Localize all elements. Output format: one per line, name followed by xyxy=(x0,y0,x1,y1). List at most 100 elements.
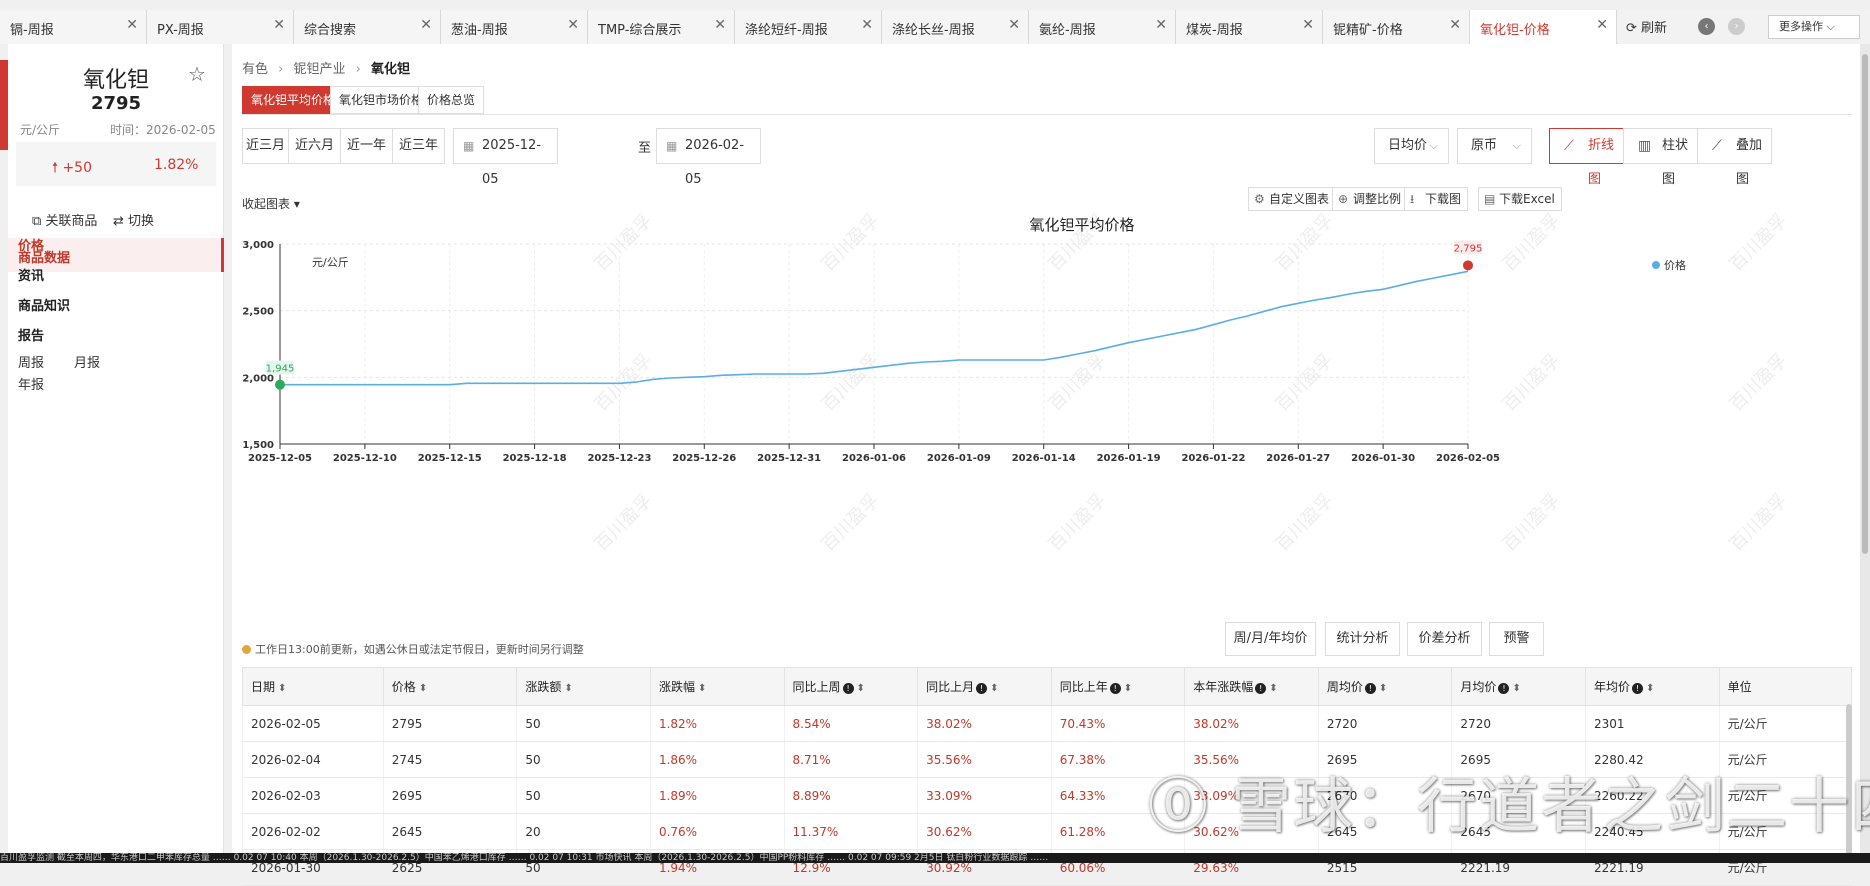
close-icon[interactable]: ✕ xyxy=(861,17,873,33)
currency-select[interactable]: 原币 ⌵ xyxy=(1457,128,1532,164)
tab-2[interactable]: 综合搜索 ✕ xyxy=(294,10,441,44)
close-icon[interactable]: ✕ xyxy=(273,17,285,33)
column-header[interactable]: 涨跌幅 ⬍ xyxy=(649,667,785,706)
sort-icon[interactable]: ⬍ xyxy=(990,683,998,694)
column-header[interactable]: 周均价! ⬍ xyxy=(1317,667,1453,706)
date-to-input[interactable]: ▦ 2026-02-05 xyxy=(656,128,761,187)
column-header[interactable]: 涨跌额 ⬍ xyxy=(516,667,651,706)
page-scrollbar[interactable] xyxy=(1860,44,1870,863)
sort-icon[interactable]: ⬍ xyxy=(278,683,286,694)
favorite-star-icon[interactable]: ☆ xyxy=(188,62,206,86)
table-row[interactable]: 2026-02-05 2795 50 1.82% 8.54% 38.02% 70.43% 38… xyxy=(242,705,1852,742)
refresh-button[interactable]: ⟳ 刷新 xyxy=(1626,17,1667,36)
tab-7[interactable]: 氨纶-周报 ✕ xyxy=(1029,10,1176,44)
column-header[interactable]: 日期 ⬍ xyxy=(242,667,384,706)
tab-0[interactable]: 镉-周报 ✕ xyxy=(0,10,147,44)
average-type-value: 日均价 xyxy=(1388,138,1428,153)
column-header[interactable]: 月均价! ⬍ xyxy=(1451,667,1586,706)
date-from-input[interactable]: ▦ 2025-12-05 xyxy=(453,128,558,187)
close-icon[interactable]: ✕ xyxy=(126,17,138,33)
column-header[interactable]: 同比上年! ⬍ xyxy=(1050,667,1186,706)
sidebar-item-report[interactable]: 报告 xyxy=(18,325,44,344)
column-header[interactable]: 单位 xyxy=(1718,667,1853,706)
sort-icon[interactable]: ⬍ xyxy=(1646,683,1654,694)
collapse-chart-toggle[interactable]: 收起图表 ▾ xyxy=(242,195,300,212)
column-header[interactable]: 年均价! ⬍ xyxy=(1585,667,1720,706)
custom-chart-button[interactable]: ⚙ 自定义图表 xyxy=(1248,187,1337,211)
info-icon[interactable]: ! xyxy=(1109,683,1121,694)
sort-icon[interactable]: ⬍ xyxy=(1379,683,1387,694)
tab-next-icon[interactable]: › xyxy=(1728,18,1745,35)
breadcrumb-item[interactable]: 铌钽产业 xyxy=(294,62,346,77)
tab-average-price[interactable]: 氧化钽平均价格 xyxy=(242,86,345,114)
tab-4[interactable]: TMP-综合展示 ✕ xyxy=(588,10,735,44)
tab-9[interactable]: 铌精矿-价格 ✕ xyxy=(1323,10,1470,44)
page-scrollbar-thumb[interactable] xyxy=(1862,54,1868,554)
tab-10[interactable]: 氧化钽-价格 ✕ xyxy=(1470,10,1617,44)
tab-price-overview[interactable]: 价格总览 xyxy=(418,86,485,114)
sort-icon[interactable]: ⬍ xyxy=(1124,683,1132,694)
bar-chart-button[interactable]: ▥ 柱状图 xyxy=(1623,128,1698,187)
range-6m-button[interactable]: 近六月 xyxy=(288,128,341,164)
line-chart-button[interactable]: ⟋ 折线图 xyxy=(1549,128,1624,187)
chart-legend[interactable]: 价格 xyxy=(1652,257,1686,273)
report-monthly-link[interactable]: 月报 xyxy=(74,352,100,371)
download-icon: ⭳ xyxy=(1410,192,1415,206)
tab-1[interactable]: PX-周报 ✕ xyxy=(147,10,294,44)
average-type-select[interactable]: 日均价 ⌵ xyxy=(1374,128,1449,164)
sort-icon[interactable]: ⬍ xyxy=(419,683,427,694)
range-3m-button[interactable]: 近三月 xyxy=(242,128,289,164)
close-icon[interactable]: ✕ xyxy=(567,17,579,33)
spread-analysis-button[interactable]: 价差分析 xyxy=(1407,622,1482,656)
sidebar-item-price[interactable]: 价格 xyxy=(18,235,44,254)
report-weekly-link[interactable]: 周报 xyxy=(18,352,44,371)
close-icon[interactable]: ✕ xyxy=(1008,17,1020,33)
info-icon[interactable]: ! xyxy=(1632,683,1644,694)
download-excel-button[interactable]: ▤ 下载Excel xyxy=(1478,187,1562,211)
download-image-button[interactable]: ⭳ 下载图 xyxy=(1404,187,1469,211)
close-icon[interactable]: ✕ xyxy=(420,17,432,33)
tab-8[interactable]: 煤炭-周报 ✕ xyxy=(1176,10,1323,44)
column-header[interactable]: 同比上周! ⬍ xyxy=(783,667,919,706)
close-icon[interactable]: ✕ xyxy=(1449,17,1461,33)
tab-market-price[interactable]: 氧化钽市场价格 xyxy=(330,86,433,114)
close-icon[interactable]: ✕ xyxy=(714,17,726,33)
tab-6[interactable]: 涤纶长丝-周报 ✕ xyxy=(882,10,1029,44)
table-cell: 50 xyxy=(516,705,651,742)
related-goods-link[interactable]: ⧉ 关联商品 xyxy=(32,210,97,229)
sort-icon[interactable]: ⬍ xyxy=(857,683,865,694)
column-header[interactable]: 同比上月! ⬍ xyxy=(917,667,1052,706)
sidebar-item-news[interactable]: 资讯 xyxy=(18,265,44,284)
range-1y-button[interactable]: 近一年 xyxy=(340,128,393,164)
info-icon[interactable]: ! xyxy=(1364,683,1376,694)
tab-prev-icon[interactable]: ‹ xyxy=(1698,18,1715,35)
more-actions-dropdown[interactable]: 更多操作 ⌵ xyxy=(1768,15,1860,39)
column-header[interactable]: 价格 ⬍ xyxy=(382,667,518,706)
sort-icon[interactable]: ⬍ xyxy=(1512,683,1520,694)
sidebar-item-knowledge[interactable]: 商品知识 xyxy=(18,295,70,314)
sort-icon[interactable]: ⬍ xyxy=(564,683,572,694)
switch-link[interactable]: ⇄ 切换 xyxy=(113,210,154,229)
tab-3[interactable]: 葱油-周报 ✕ xyxy=(441,10,588,44)
sort-icon[interactable]: ⬍ xyxy=(698,683,706,694)
info-icon[interactable]: ! xyxy=(842,683,854,694)
overlay-chart-button[interactable]: ⟋ 叠加图 xyxy=(1697,128,1772,187)
column-header[interactable]: 本年涨跌幅! ⬍ xyxy=(1184,667,1319,706)
range-3y-button[interactable]: 近三年 xyxy=(392,128,445,164)
report-yearly-link[interactable]: 年报 xyxy=(18,374,44,393)
info-icon[interactable]: ! xyxy=(1255,683,1267,694)
table-cell: 2026-02-04 xyxy=(242,741,384,778)
table-cell: 2026-02-03 xyxy=(242,777,384,814)
info-icon[interactable]: ! xyxy=(1498,683,1510,694)
close-icon[interactable]: ✕ xyxy=(1302,17,1314,33)
close-icon[interactable]: ✕ xyxy=(1596,17,1608,33)
info-icon[interactable]: ! xyxy=(976,683,988,694)
tab-5[interactable]: 涤纶短纤-周报 ✕ xyxy=(735,10,882,44)
period-average-button[interactable]: 周/月/年均价 xyxy=(1225,622,1316,656)
breadcrumb-item[interactable]: 有色 xyxy=(242,62,268,77)
close-icon[interactable]: ✕ xyxy=(1155,17,1167,33)
adjust-scale-button[interactable]: ⊕ 调整比例 xyxy=(1332,187,1409,211)
alert-button[interactable]: 预警 xyxy=(1489,622,1544,656)
sort-icon[interactable]: ⬍ xyxy=(1269,683,1277,694)
statistics-button[interactable]: 统计分析 xyxy=(1325,622,1400,656)
